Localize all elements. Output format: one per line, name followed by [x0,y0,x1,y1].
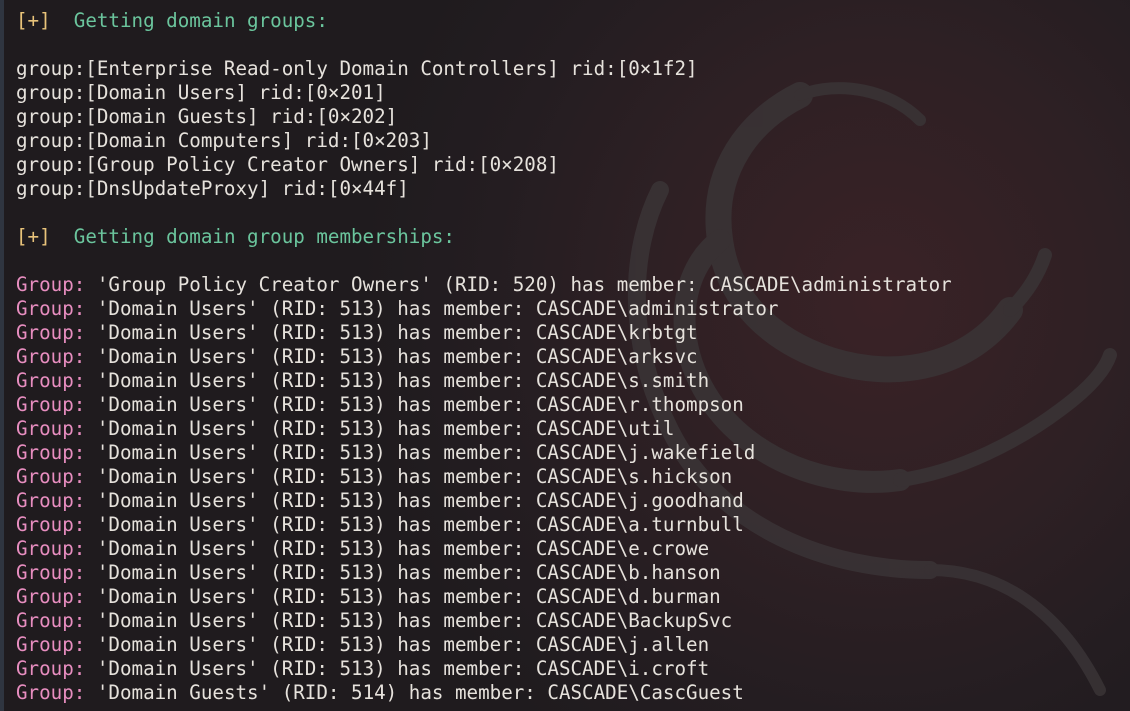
group-label: Group: [16,513,86,536]
membership-text: 'Domain Users' (RID: 513) has member: CA… [96,321,698,344]
group-label: Group: [16,417,86,440]
membership-text: 'Domain Guests' (RID: 514) has member: C… [96,681,744,704]
group-line: group:[DnsUpdateProxy] rid:[0×44f] [16,177,409,200]
membership-text: 'Domain Users' (RID: 513) has member: CA… [96,609,733,632]
membership-line: Group: 'Domain Users' (RID: 513) has mem… [16,585,952,609]
membership-text: 'Domain Users' (RID: 513) has member: CA… [96,441,756,464]
membership-line: Group: 'Domain Users' (RID: 513) has mem… [16,633,952,657]
membership-line: Group: 'Domain Users' (RID: 513) has mem… [16,609,952,633]
section-header: [+] Getting domain groups: [16,9,952,33]
group-label: Group: [16,321,86,344]
membership-text: 'Domain Users' (RID: 513) has member: CA… [96,393,744,416]
group-line: group:[Domain Users] rid:[0×201] [16,81,386,104]
membership-line: Group: 'Domain Users' (RID: 513) has mem… [16,297,952,321]
membership-line: Group: 'Domain Users' (RID: 513) has mem… [16,417,952,441]
membership-line: Group: 'Domain Users' (RID: 513) has mem… [16,369,952,393]
terminal-window[interactable]: [+] Getting domain groups: group:[Enterpr… [0,0,1130,711]
section-tag: [+] [16,225,51,248]
membership-text: 'Domain Users' (RID: 513) has member: CA… [96,417,675,440]
terminal-output: [+] Getting domain groups: group:[Enterpr… [16,9,952,705]
group-line: group:[Group Policy Creator Owners] rid:… [16,153,559,176]
membership-line: Group: 'Domain Users' (RID: 513) has mem… [16,537,952,561]
membership-line: Group: 'Domain Users' (RID: 513) has mem… [16,561,952,585]
section-tag: [+] [16,9,51,32]
section-header: [+] Getting domain group memberships: [16,225,952,249]
group-line: group:[Domain Guests] rid:[0×202] [16,105,398,128]
group-label: Group: [16,657,86,680]
group-label: Group: [16,369,86,392]
group-label: Group: [16,441,86,464]
membership-line: Group: 'Domain Users' (RID: 513) has mem… [16,513,952,537]
group-label: Group: [16,273,86,296]
membership-text: 'Domain Users' (RID: 513) has member: CA… [96,513,744,536]
membership-line: Group: 'Domain Users' (RID: 513) has mem… [16,441,952,465]
membership-text: 'Domain Users' (RID: 513) has member: CA… [96,369,710,392]
membership-text: 'Domain Users' (RID: 513) has member: CA… [96,657,710,680]
terminal-left-border [0,0,4,711]
group-line: group:[Enterprise Read-only Domain Contr… [16,57,698,80]
group-line: group:[Domain Computers] rid:[0×203] [16,129,432,152]
membership-line: Group: 'Domain Users' (RID: 513) has mem… [16,345,952,369]
membership-line: Group: 'Domain Users' (RID: 513) has mem… [16,489,952,513]
group-label: Group: [16,465,86,488]
membership-text: 'Domain Users' (RID: 513) has member: CA… [96,345,698,368]
group-label: Group: [16,489,86,512]
group-label: Group: [16,585,86,608]
section-title: Getting domain groups: [73,9,328,32]
membership-text: 'Domain Users' (RID: 513) has member: CA… [96,633,710,656]
membership-text: 'Domain Users' (RID: 513) has member: CA… [96,585,721,608]
group-label: Group: [16,681,86,704]
membership-text: 'Domain Users' (RID: 513) has member: CA… [96,561,721,584]
membership-line: Group: 'Domain Users' (RID: 513) has mem… [16,657,952,681]
section-title: Getting domain group memberships: [73,225,455,248]
membership-line: Group: 'Domain Users' (RID: 513) has mem… [16,321,952,345]
membership-text: 'Domain Users' (RID: 513) has member: CA… [96,537,710,560]
membership-text: 'Group Policy Creator Owners' (RID: 520)… [96,273,952,296]
membership-line: Group: 'Domain Guests' (RID: 514) has me… [16,681,952,705]
membership-text: 'Domain Users' (RID: 513) has member: CA… [96,297,779,320]
membership-line: Group: 'Domain Users' (RID: 513) has mem… [16,393,952,417]
group-label: Group: [16,345,86,368]
membership-text: 'Domain Users' (RID: 513) has member: CA… [96,465,733,488]
membership-text: 'Domain Users' (RID: 513) has member: CA… [96,489,744,512]
group-label: Group: [16,561,86,584]
membership-line: Group: 'Group Policy Creator Owners' (RI… [16,273,952,297]
group-label: Group: [16,393,86,416]
group-label: Group: [16,633,86,656]
group-label: Group: [16,297,86,320]
group-label: Group: [16,609,86,632]
group-label: Group: [16,537,86,560]
membership-line: Group: 'Domain Users' (RID: 513) has mem… [16,465,952,489]
